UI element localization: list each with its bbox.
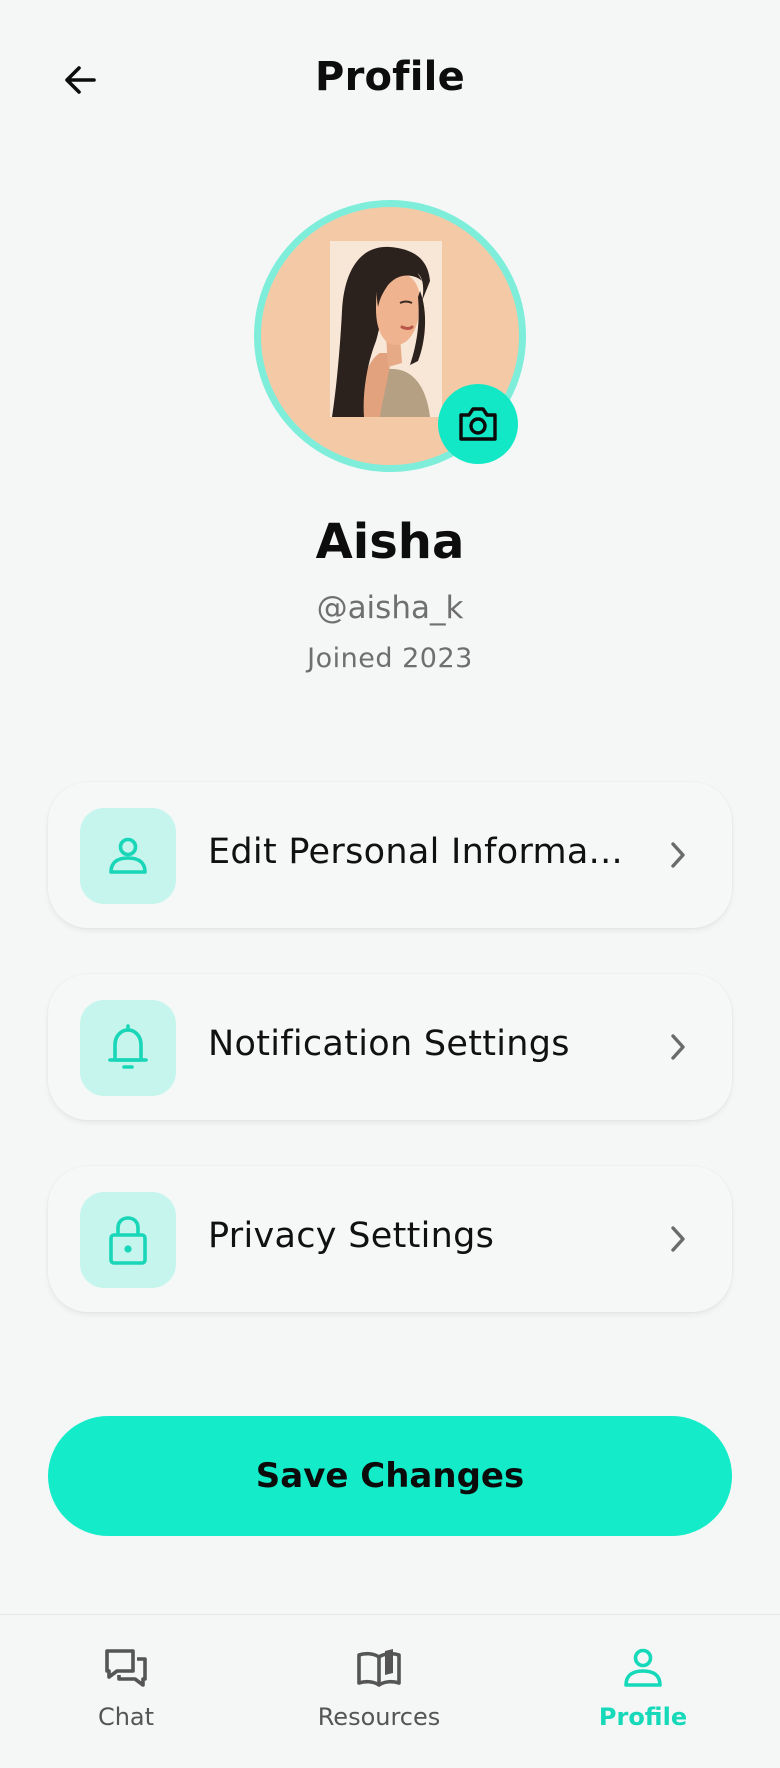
nav-item-chat[interactable]: Chat bbox=[26, 1645, 226, 1745]
menu-icon-container bbox=[80, 808, 176, 904]
lock-icon bbox=[109, 1216, 147, 1265]
page-title: Profile bbox=[315, 54, 465, 100]
nav-label: Resources bbox=[317, 1703, 441, 1731]
menu-item-edit-personal-information[interactable]: Edit Personal Informa... bbox=[48, 782, 732, 928]
chevron-right-icon bbox=[671, 1226, 685, 1252]
chat-icon bbox=[105, 1649, 147, 1687]
header: Profile bbox=[0, 0, 780, 160]
avatar-container bbox=[254, 200, 526, 472]
avatar-portrait-image bbox=[330, 241, 442, 417]
menu-icon-container bbox=[80, 1192, 176, 1288]
camera-icon bbox=[459, 407, 497, 441]
menu-item-label: Privacy Settings bbox=[208, 1216, 495, 1256]
menu-icon-container bbox=[80, 1000, 176, 1096]
menu-item-label: Edit Personal Informa... bbox=[208, 832, 623, 872]
nav-label: Profile bbox=[598, 1703, 688, 1731]
nav-label: Chat bbox=[97, 1703, 155, 1731]
save-changes-button[interactable]: Save Changes bbox=[48, 1416, 732, 1536]
person-icon bbox=[109, 837, 147, 874]
bottom-nav: Chat Resources Profile bbox=[0, 1614, 780, 1768]
nav-item-resources[interactable]: Resources bbox=[279, 1645, 479, 1745]
chevron-right-icon bbox=[671, 1034, 685, 1060]
book-icon bbox=[357, 1649, 401, 1687]
menu-item-label: Notification Settings bbox=[208, 1024, 570, 1064]
nav-item-profile[interactable]: Profile bbox=[543, 1645, 743, 1745]
user-name: Aisha bbox=[315, 514, 465, 570]
joined-date: Joined 2023 bbox=[307, 643, 473, 674]
bell-icon bbox=[108, 1024, 148, 1069]
menu-item-privacy-settings[interactable]: Privacy Settings bbox=[48, 1166, 732, 1312]
change-photo-button[interactable] bbox=[438, 384, 518, 464]
user-handle: @aisha_k bbox=[316, 590, 464, 626]
chevron-right-icon bbox=[671, 842, 685, 868]
person-icon bbox=[624, 1648, 662, 1687]
menu-item-notification-settings[interactable]: Notification Settings bbox=[48, 974, 732, 1120]
